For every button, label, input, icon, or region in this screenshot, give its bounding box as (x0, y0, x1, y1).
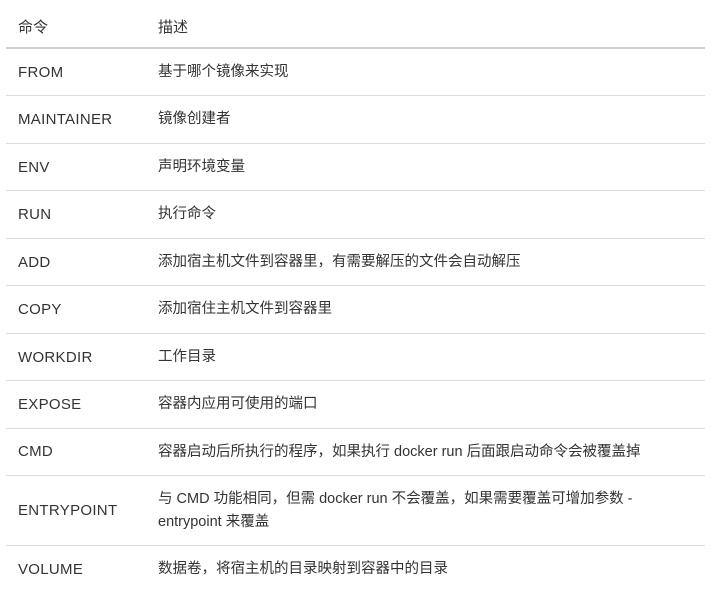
table-row: MAINTAINER镜像创建者 (6, 96, 705, 143)
table-row: ENTRYPOINT与 CMD 功能相同，但需 docker run 不会覆盖，… (6, 476, 705, 546)
cell-description: 镜像创建者 (146, 96, 705, 143)
cell-command: ENTRYPOINT (6, 476, 146, 546)
dockerfile-commands-table: 命令 描述 FROM基于哪个镜像来实现MAINTAINER镜像创建者ENV声明环… (6, 6, 705, 593)
cell-description: 容器内应用可使用的端口 (146, 381, 705, 428)
table-row: WORKDIR工作目录 (6, 333, 705, 380)
header-command: 命令 (6, 6, 146, 48)
table-row: RUN执行命令 (6, 191, 705, 238)
cell-command: FROM (6, 48, 146, 96)
table-row: CMD容器启动后所执行的程序，如果执行 docker run 后面跟启动命令会被… (6, 428, 705, 475)
cell-description: 与 CMD 功能相同，但需 docker run 不会覆盖，如果需要覆盖可增加参… (146, 476, 705, 546)
cell-command: EXPOSE (6, 381, 146, 428)
cell-command: VOLUME (6, 546, 146, 593)
cell-command: ENV (6, 143, 146, 190)
cell-description: 工作目录 (146, 333, 705, 380)
cell-command: RUN (6, 191, 146, 238)
cell-description: 容器启动后所执行的程序，如果执行 docker run 后面跟启动命令会被覆盖掉 (146, 428, 705, 475)
cell-command: CMD (6, 428, 146, 475)
cell-description: 数据卷，将宿主机的目录映射到容器中的目录 (146, 546, 705, 593)
cell-command: COPY (6, 286, 146, 333)
table-row: ENV声明环境变量 (6, 143, 705, 190)
cell-command: WORKDIR (6, 333, 146, 380)
table-row: FROM基于哪个镜像来实现 (6, 48, 705, 96)
cell-command: MAINTAINER (6, 96, 146, 143)
table-row: COPY添加宿住主机文件到容器里 (6, 286, 705, 333)
table-row: ADD添加宿主机文件到容器里，有需要解压的文件会自动解压 (6, 238, 705, 285)
table-row: EXPOSE容器内应用可使用的端口 (6, 381, 705, 428)
cell-command: ADD (6, 238, 146, 285)
table-header-row: 命令 描述 (6, 6, 705, 48)
cell-description: 添加宿主机文件到容器里，有需要解压的文件会自动解压 (146, 238, 705, 285)
cell-description: 执行命令 (146, 191, 705, 238)
cell-description: 基于哪个镜像来实现 (146, 48, 705, 96)
cell-description: 添加宿住主机文件到容器里 (146, 286, 705, 333)
header-description: 描述 (146, 6, 705, 48)
table-row: VOLUME数据卷，将宿主机的目录映射到容器中的目录 (6, 546, 705, 593)
cell-description: 声明环境变量 (146, 143, 705, 190)
